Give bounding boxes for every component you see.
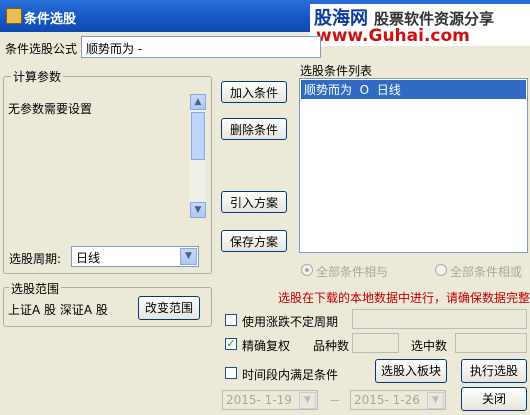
condition-item[interactable]: 顺势而为 O 日线	[301, 80, 526, 99]
time-range-checkbox[interactable]	[225, 367, 237, 379]
add-condition-button[interactable]: 加入条件	[221, 81, 287, 103]
start-date-field[interactable]: 2015- 1-19 ▼	[222, 390, 318, 410]
window-title: 条件选股	[24, 12, 77, 27]
chevron-down-icon[interactable]: ▼	[180, 248, 197, 265]
start-date-value: 2015- 1-19	[226, 393, 292, 407]
period-value: 日线	[76, 251, 101, 265]
conditions-list[interactable]: 顺势而为 O 日线	[299, 78, 528, 253]
scroll-down-icon[interactable]: ▼	[190, 202, 206, 218]
radio-and-label: 全部条件相与	[316, 265, 389, 279]
watermark-url: www.Guhai.com	[316, 26, 470, 46]
radio-and[interactable]	[301, 264, 313, 276]
selected-count-label: 选中数	[411, 339, 448, 353]
execute-button[interactable]: 执行选股	[461, 359, 527, 383]
params-scrollbar[interactable]: ▲ ▼	[190, 94, 206, 218]
variety-count-label: 品种数	[313, 339, 350, 353]
variable-period-label: 使用涨跌不定周期	[242, 315, 339, 329]
variable-period-field	[352, 309, 527, 329]
warning-text: 选股在下载的本地数据中进行，请确保数据完整	[278, 291, 530, 305]
save-plan-button[interactable]: 保存方案	[221, 230, 287, 252]
range-group-label: 选股范围	[9, 280, 62, 297]
radio-or[interactable]	[435, 264, 447, 276]
selected-count-field	[455, 333, 527, 353]
date-separator: －	[329, 394, 342, 408]
end-date-field[interactable]: 2015- 1-26 ▼	[350, 390, 446, 410]
time-range-label: 时间段内满足条件	[242, 368, 339, 382]
period-label: 选股周期:	[9, 252, 62, 266]
period-select[interactable]: 日线 ▼	[71, 246, 199, 267]
close-button[interactable]: 关闭	[461, 387, 527, 411]
add-to-board-button[interactable]: 选股入板块	[375, 359, 447, 383]
watermark-logo: 股海网 股票软件资源分享 www.Guhai.com	[310, 4, 530, 46]
precise-adjust-label: 精确复权	[242, 339, 291, 353]
range-text: 上证A 股 深证A 股	[8, 303, 108, 317]
delete-condition-button[interactable]: 删除条件	[221, 118, 287, 140]
formula-field[interactable]: 顺势而为 -	[81, 36, 321, 58]
params-text: 无参数需要设置	[8, 102, 93, 116]
scroll-thumb[interactable]	[191, 112, 205, 160]
import-plan-button[interactable]: 引入方案	[221, 191, 287, 213]
radio-or-label: 全部条件相或	[450, 265, 523, 279]
variable-period-checkbox[interactable]	[225, 314, 237, 326]
params-group-label: 计算参数	[11, 68, 64, 85]
change-range-button[interactable]: 改变范围	[138, 296, 200, 320]
calendar-dropdown-icon[interactable]: ▼	[427, 392, 444, 409]
formula-label: 条件选股公式	[5, 42, 78, 56]
end-date-value: 2015- 1-26	[354, 393, 420, 407]
variety-count-field	[352, 333, 399, 353]
conditions-label: 选股条件列表	[300, 64, 373, 78]
app-icon	[6, 8, 22, 24]
calendar-dropdown-icon[interactable]: ▼	[299, 392, 316, 409]
scroll-up-icon[interactable]: ▲	[190, 94, 206, 110]
precise-adjust-checkbox[interactable]: ✓	[225, 338, 237, 350]
